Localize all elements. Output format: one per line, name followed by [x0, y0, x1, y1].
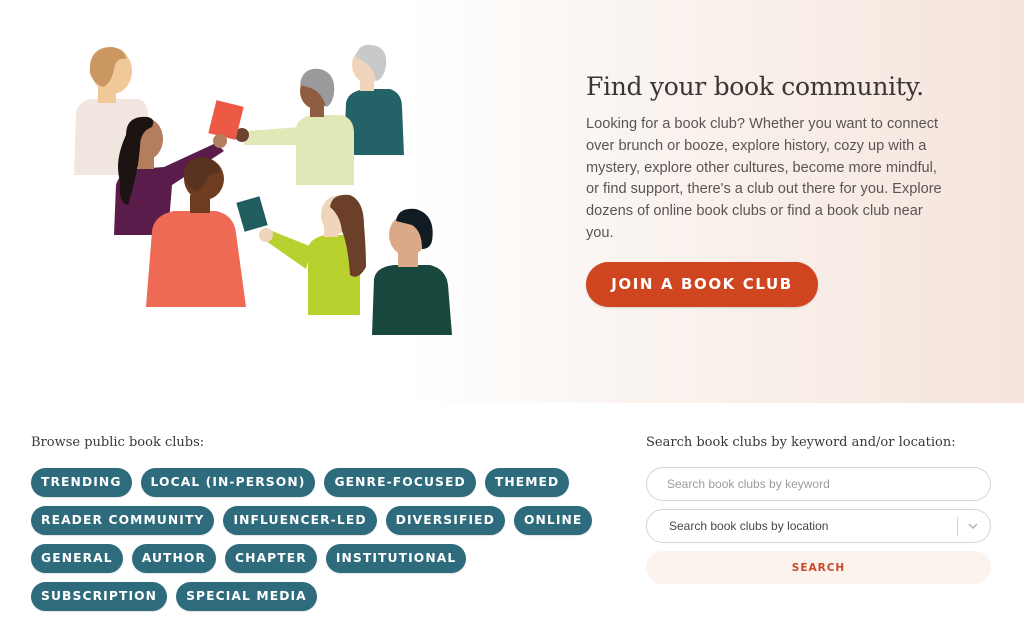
- category-chip-local[interactable]: LOCAL (IN-PERSON): [140, 468, 316, 497]
- category-chip-online[interactable]: ONLINE: [513, 506, 593, 535]
- category-chip-subscription[interactable]: SUBSCRIPTION: [31, 582, 168, 611]
- keyword-search-input[interactable]: [646, 467, 991, 501]
- category-chip-themed[interactable]: THEMED: [484, 468, 570, 497]
- category-chip-influencer-led[interactable]: INFLUENCER-LED: [223, 506, 377, 535]
- category-chip-list: TRENDING LOCAL (IN-PERSON) GENRE-FOCUSED…: [31, 468, 606, 620]
- browse-section: Browse public book clubs: TRENDING LOCAL…: [31, 434, 611, 620]
- search-section: Search book clubs by keyword and/or loca…: [646, 434, 991, 584]
- search-label: Search book clubs by keyword and/or loca…: [646, 435, 956, 450]
- hero-section: Find your book community. Looking for a …: [0, 0, 1024, 403]
- category-chip-general[interactable]: GENERAL: [31, 544, 123, 573]
- hero-copy: Find your book community. Looking for a …: [586, 70, 956, 245]
- hero-title: Find your book community.: [586, 72, 924, 101]
- location-select[interactable]: Search book clubs by location: [646, 509, 991, 543]
- hero-description: Looking for a book club? Whether you wan…: [586, 116, 942, 241]
- location-select-placeholder: Search book clubs by location: [669, 519, 829, 533]
- chevron-down-icon[interactable]: [964, 517, 982, 535]
- category-chip-genre-focused[interactable]: GENRE-FOCUSED: [324, 468, 476, 497]
- category-chip-special-media[interactable]: SPECIAL MEDIA: [176, 582, 317, 611]
- person-pale-green-shirt: [235, 68, 354, 185]
- category-chip-reader-community[interactable]: READER COMMUNITY: [31, 506, 215, 535]
- select-divider: [957, 517, 958, 536]
- search-button[interactable]: SEARCH: [646, 551, 991, 584]
- join-book-club-button[interactable]: JOIN A BOOK CLUB: [586, 262, 818, 307]
- person-dark-green-shirt: [372, 208, 452, 335]
- people-sharing-books-illustration: [74, 44, 452, 335]
- category-chip-trending[interactable]: TRENDING: [31, 468, 132, 497]
- category-chip-chapter[interactable]: CHAPTER: [225, 544, 317, 573]
- category-chip-institutional[interactable]: INSTITUTIONAL: [325, 544, 467, 573]
- category-chip-diversified[interactable]: DIVERSIFIED: [385, 506, 505, 535]
- teal-book: [236, 196, 268, 232]
- person-lime-shirt: [259, 194, 366, 315]
- browse-label: Browse public book clubs:: [31, 435, 205, 450]
- category-chip-author[interactable]: AUTHOR: [131, 544, 217, 573]
